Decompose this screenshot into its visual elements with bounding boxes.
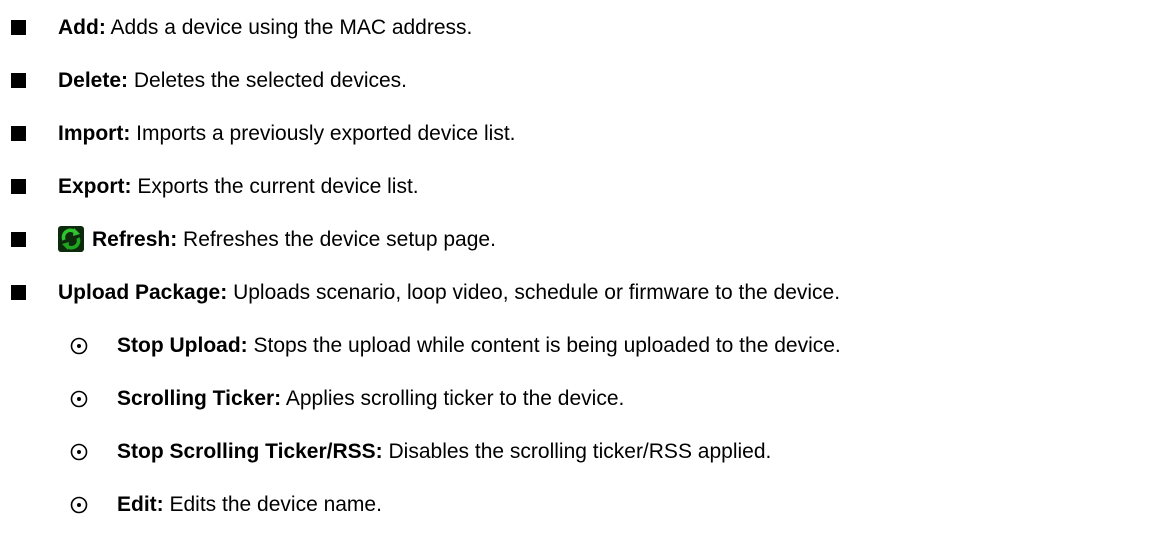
- circle-dot-bullet-icon: [70, 337, 88, 355]
- subitem-description: Edits the device name.: [163, 493, 382, 516]
- item-term: Delete:: [58, 69, 129, 92]
- subitem-term: Stop Scrolling Ticker/RSS:: [117, 440, 383, 463]
- square-bullet-icon: [11, 179, 26, 194]
- refresh-icon: [58, 226, 84, 252]
- item-text: Delete: Deletes the selected devices.: [58, 66, 407, 96]
- subitem-term: Edit:: [117, 493, 164, 516]
- subitem-term: Stop Upload:: [117, 334, 248, 357]
- item-term: Import:: [58, 122, 131, 145]
- item-text: Export: Exports the current device list.: [58, 172, 419, 202]
- square-bullet-icon: [11, 20, 26, 35]
- subitem-text: Edit: Edits the device name.: [117, 490, 382, 520]
- item-description: Deletes the selected devices.: [128, 69, 408, 92]
- subitem-description: Disables the scrolling ticker/RSS applie…: [382, 440, 772, 463]
- item-description: Exports the current device list.: [131, 175, 419, 198]
- subitem-text: Stop Scrolling Ticker/RSS: Disables the …: [117, 437, 771, 467]
- item-term: Add:: [58, 16, 106, 39]
- item-term: Export:: [58, 175, 132, 198]
- subitem-text: Stop Upload: Stops the upload while cont…: [117, 331, 841, 361]
- square-bullet-icon: [11, 285, 26, 300]
- square-bullet-icon: [11, 73, 26, 88]
- subitem-term: Scrolling Ticker:: [117, 387, 282, 410]
- item-description: Imports a previously exported device lis…: [130, 122, 516, 145]
- item-text: Upload Package: Uploads scenario, loop v…: [58, 278, 840, 308]
- square-bullet-icon: [11, 232, 26, 247]
- subitem-description: Applies scrolling ticker to the device.: [281, 387, 625, 410]
- item-description: Refreshes the device setup page.: [177, 228, 496, 251]
- item-text: Add: Adds a device using the MAC address…: [58, 13, 472, 43]
- document-page: Add: Adds a device using the MAC address…: [0, 0, 1158, 552]
- circle-dot-bullet-icon: [70, 390, 88, 408]
- item-term: Upload Package:: [58, 281, 228, 304]
- item-description: Adds a device using the MAC address.: [105, 16, 473, 39]
- subitem-description: Stops the upload while content is being …: [247, 334, 841, 357]
- subitem-text: Scrolling Ticker: Applies scrolling tick…: [117, 384, 624, 414]
- circle-dot-bullet-icon: [70, 443, 88, 461]
- square-bullet-icon: [11, 126, 26, 141]
- item-term: Refresh:: [92, 228, 178, 251]
- circle-dot-bullet-icon: [70, 496, 88, 514]
- item-text: Refresh: Refreshes the device setup page…: [92, 225, 496, 255]
- item-description: Uploads scenario, loop video, schedule o…: [227, 281, 841, 304]
- item-text: Import: Imports a previously exported de…: [58, 119, 516, 149]
